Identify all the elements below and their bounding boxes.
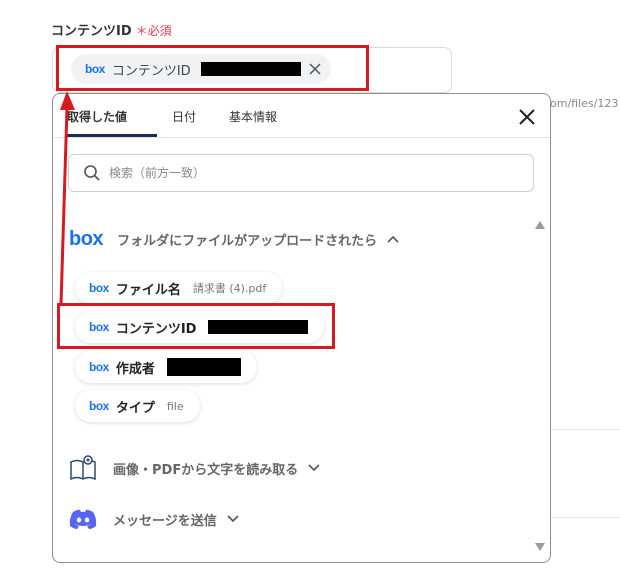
list-item-creator[interactable]: box 作成者 xyxy=(75,351,257,383)
section-title: フォルダにファイルがアップロードされたら xyxy=(117,234,378,249)
search-field[interactable] xyxy=(68,154,534,192)
list-item-type[interactable]: box タイプ file xyxy=(75,390,200,422)
chevron-up-icon xyxy=(387,232,399,247)
highlight-box-content-id xyxy=(57,303,335,349)
section-title: メッセージを送信 xyxy=(113,513,217,529)
background-url-text: om/files/123 xyxy=(550,97,619,110)
list-item-file-name[interactable]: box ファイル名 請求書 (4).pdf xyxy=(75,272,283,304)
active-tab-indicator xyxy=(67,134,157,137)
box-logo-icon: box xyxy=(89,399,109,413)
item-name: 作成者 xyxy=(115,361,155,377)
close-icon[interactable] xyxy=(517,107,537,127)
background-divider xyxy=(549,517,620,518)
item-name: ファイル名 xyxy=(115,282,181,298)
section-ocr[interactable]: 画像・PDFから文字を読み取る xyxy=(69,454,320,482)
tab-bar: 取得した値 日付 基本情報 xyxy=(53,94,550,138)
box-logo-icon: box xyxy=(69,228,104,250)
tab-basic-info[interactable]: 基本情報 xyxy=(229,108,277,125)
tab-date[interactable]: 日付 xyxy=(172,108,196,125)
chevron-down-icon xyxy=(308,461,320,476)
scroll-up-icon[interactable] xyxy=(535,214,545,233)
field-label-text: コンテンツID xyxy=(51,24,132,39)
redacted-value xyxy=(166,358,241,376)
section-box-upload[interactable]: box フォルダにファイルがアップロードされたら xyxy=(69,228,399,251)
search-input[interactable] xyxy=(107,165,511,181)
field-label: コンテンツID ＊必須 xyxy=(51,20,172,39)
background-divider xyxy=(549,429,620,430)
item-name: タイプ xyxy=(115,400,155,416)
item-value: file xyxy=(166,399,184,413)
section-title: 画像・PDFから文字を読み取る xyxy=(113,462,299,478)
discord-icon xyxy=(69,508,97,530)
box-logo-icon: box xyxy=(89,281,109,295)
highlight-box-input xyxy=(56,45,369,91)
required-badge: ＊必須 xyxy=(135,24,172,38)
book-ocr-icon xyxy=(69,454,97,482)
tab-acquired-values[interactable]: 取得した値 xyxy=(67,108,127,125)
search-icon xyxy=(83,164,101,182)
item-value: 請求書 (4).pdf xyxy=(192,282,267,295)
box-logo-icon: box xyxy=(89,360,109,374)
section-discord[interactable]: メッセージを送信 xyxy=(69,508,239,530)
chevron-down-icon xyxy=(227,512,239,527)
scroll-down-icon[interactable] xyxy=(535,536,545,555)
